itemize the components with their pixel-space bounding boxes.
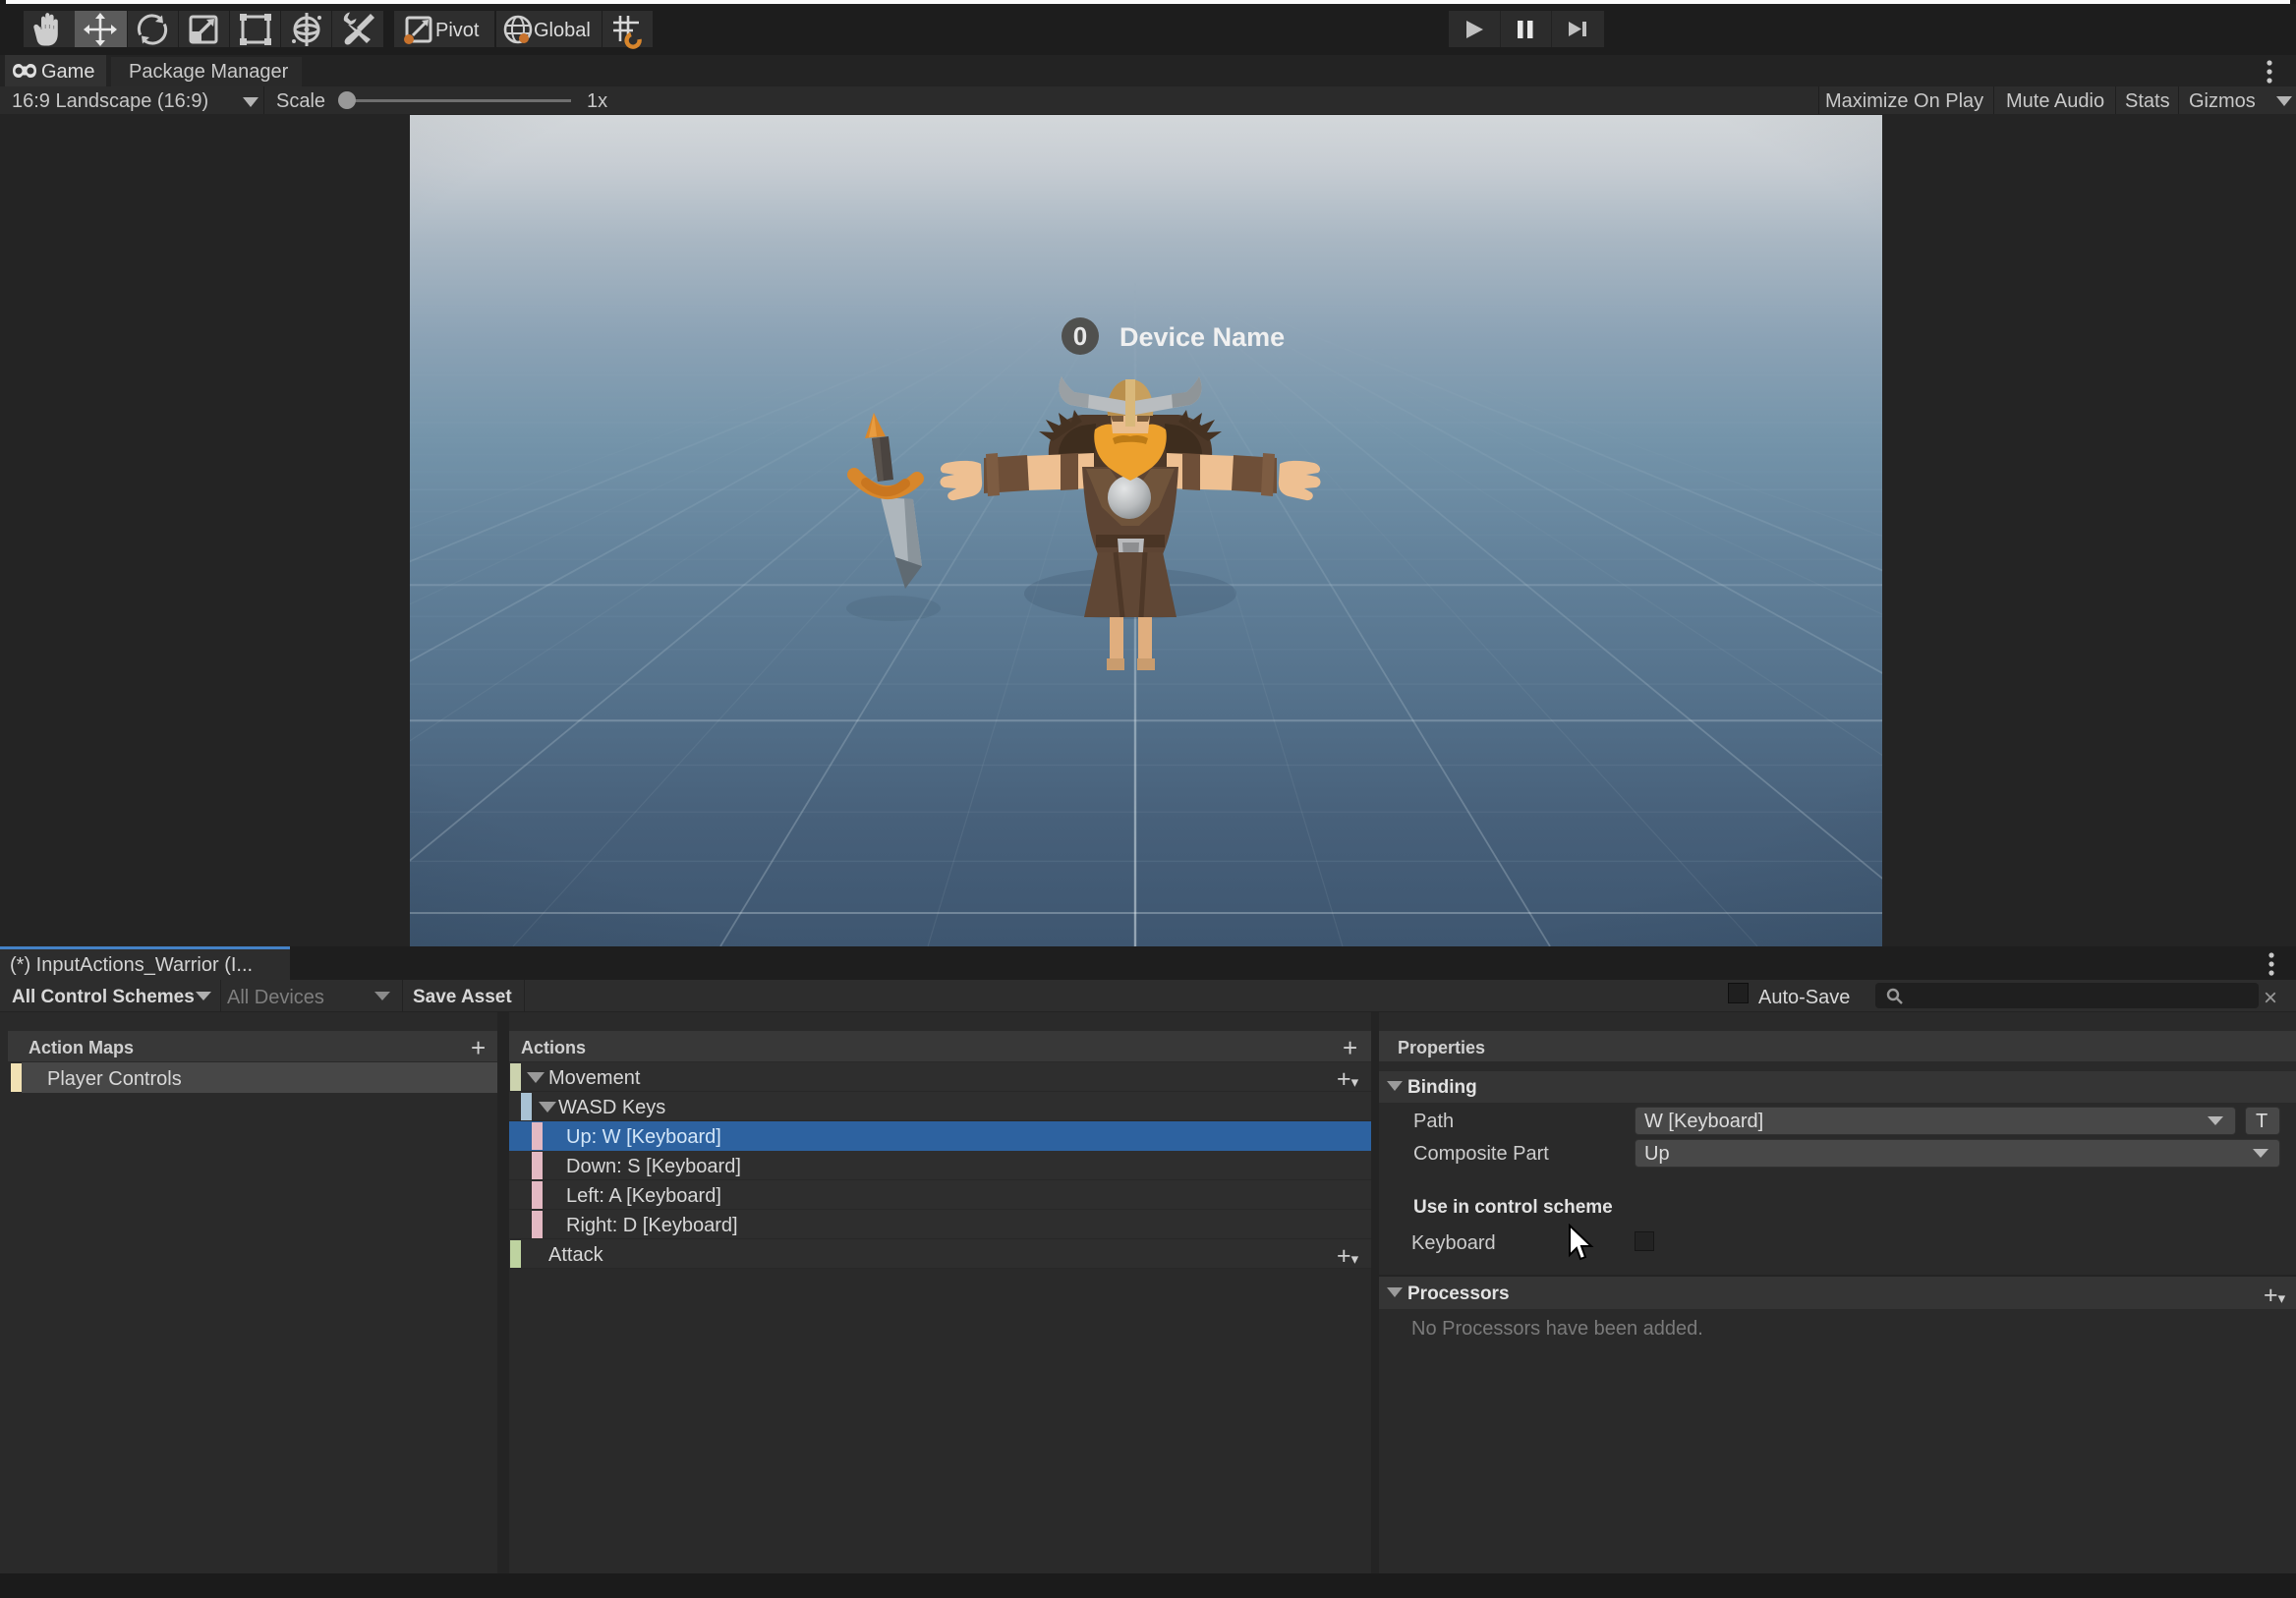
svg-text:Pivot: Pivot (435, 20, 480, 41)
svg-text:Global: Global (534, 20, 591, 41)
svg-text:Device Name: Device Name (1119, 322, 1285, 352)
svg-text:0: 0 (1073, 321, 1087, 351)
